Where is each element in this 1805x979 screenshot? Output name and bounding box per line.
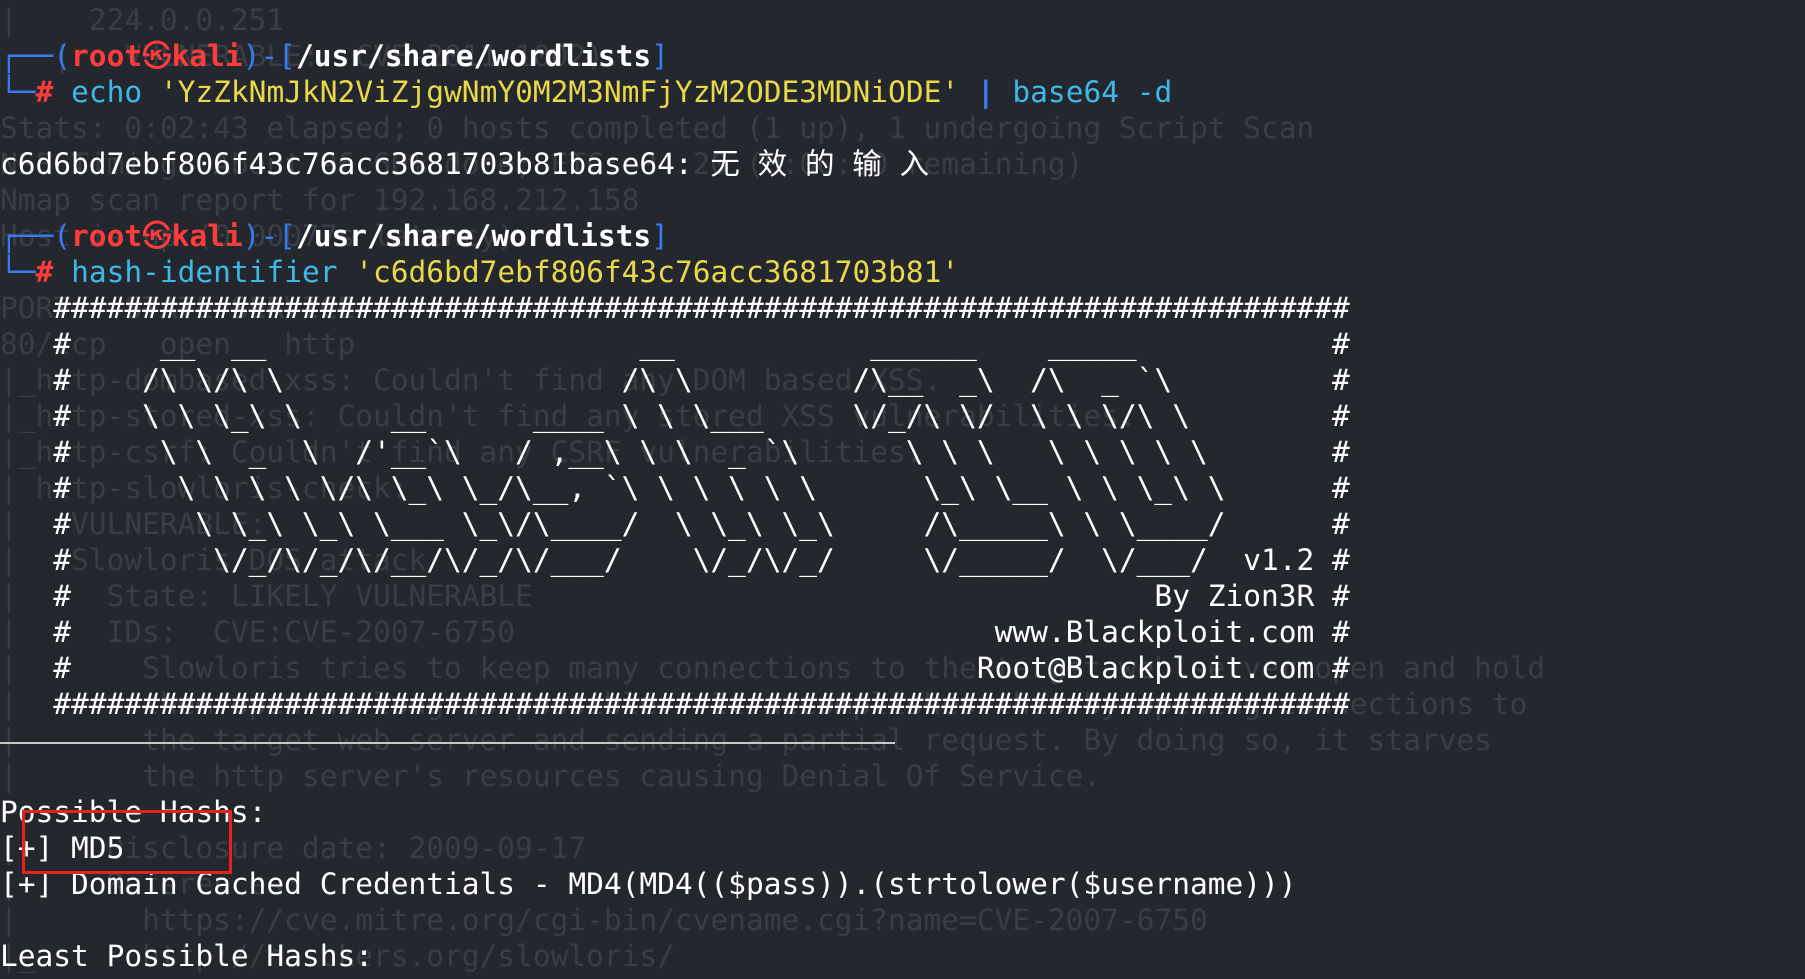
banner-line: # www.Blackploit.com # [0,615,1350,649]
md5-highlight-box [22,810,232,874]
output-line: c6d6bd7ebf806f43c76acc3681703b81base64: … [0,147,929,181]
command-line[interactable]: └─# echo 'YzZkNmJkN2ViZjgwNmY0M2M3NmFjYz… [0,74,1172,110]
ghost-line: Stats: 0:02:43 elapsed; 0 hosts complete… [0,111,1315,145]
banner-line: # \ \ _ \ /'__`\ / ,__\ \ \ _ `\ \ \ \ \… [0,435,1350,469]
banner-line: # Root@Blackploit.com # [0,651,1350,685]
banner-line: # By Zion3R # [0,579,1350,613]
prompt-header: ┌──(root㉿kali)-[/usr/share/wordlists] [0,219,669,253]
banner-line: # __ __ __ ______ _____ # [0,327,1350,361]
separator-line [0,742,895,744]
banner-line: ########################################… [0,291,1350,325]
prompt-path: /usr/share/wordlists [295,39,652,73]
skull-icon: ㉿ [142,219,172,253]
banner-line: # \ \_\ \_\ \___ \_\/\____/ \ \_\ \_\ /\… [0,507,1350,541]
prompt-path: /usr/share/wordlists [295,219,652,253]
ghost-line: | the target web server and sending a pa… [0,723,1492,757]
ghost-line: Nmap scan report for 192.168.212.158 [0,183,640,217]
ghost-line: | the http server's resources causing De… [0,759,1102,793]
banner-line: # \/_/\/_/\/__/\/_/\/___/ \/_/\/_/ \/___… [0,543,1350,577]
skull-icon: ㉿ [142,39,172,73]
ghost-line: | 224.0.0.251 [0,3,285,37]
banner-line: # \ \ \_\ \ __ ____ \ \ \___ \/_/\ \/ \ … [0,399,1350,433]
banner-line: # /\ \/\ \ /\ \ /\__ _\ /\ _ `\ # [0,363,1350,397]
ghost-line: | https://cve.mitre.org/cgi-bin/cvename.… [0,903,1208,937]
terminal-window[interactable]: | 224.0.0.251 | VULNERABLE: CVE-2011-100… [0,0,1805,979]
least-possible-title: Least Possible Hashs: [0,939,373,973]
banner-line: ########################################… [0,687,1350,721]
command-line[interactable]: └─# hash-identifier 'c6d6bd7ebf806f43c76… [0,254,959,290]
banner-line: # \ \ \ \ \/\ \_\ \_/\__, `\ \ \ \ \ \ \… [0,471,1350,505]
prompt-header: ┌──(root㉿kali)-[/usr/share/wordlists] [0,39,669,73]
